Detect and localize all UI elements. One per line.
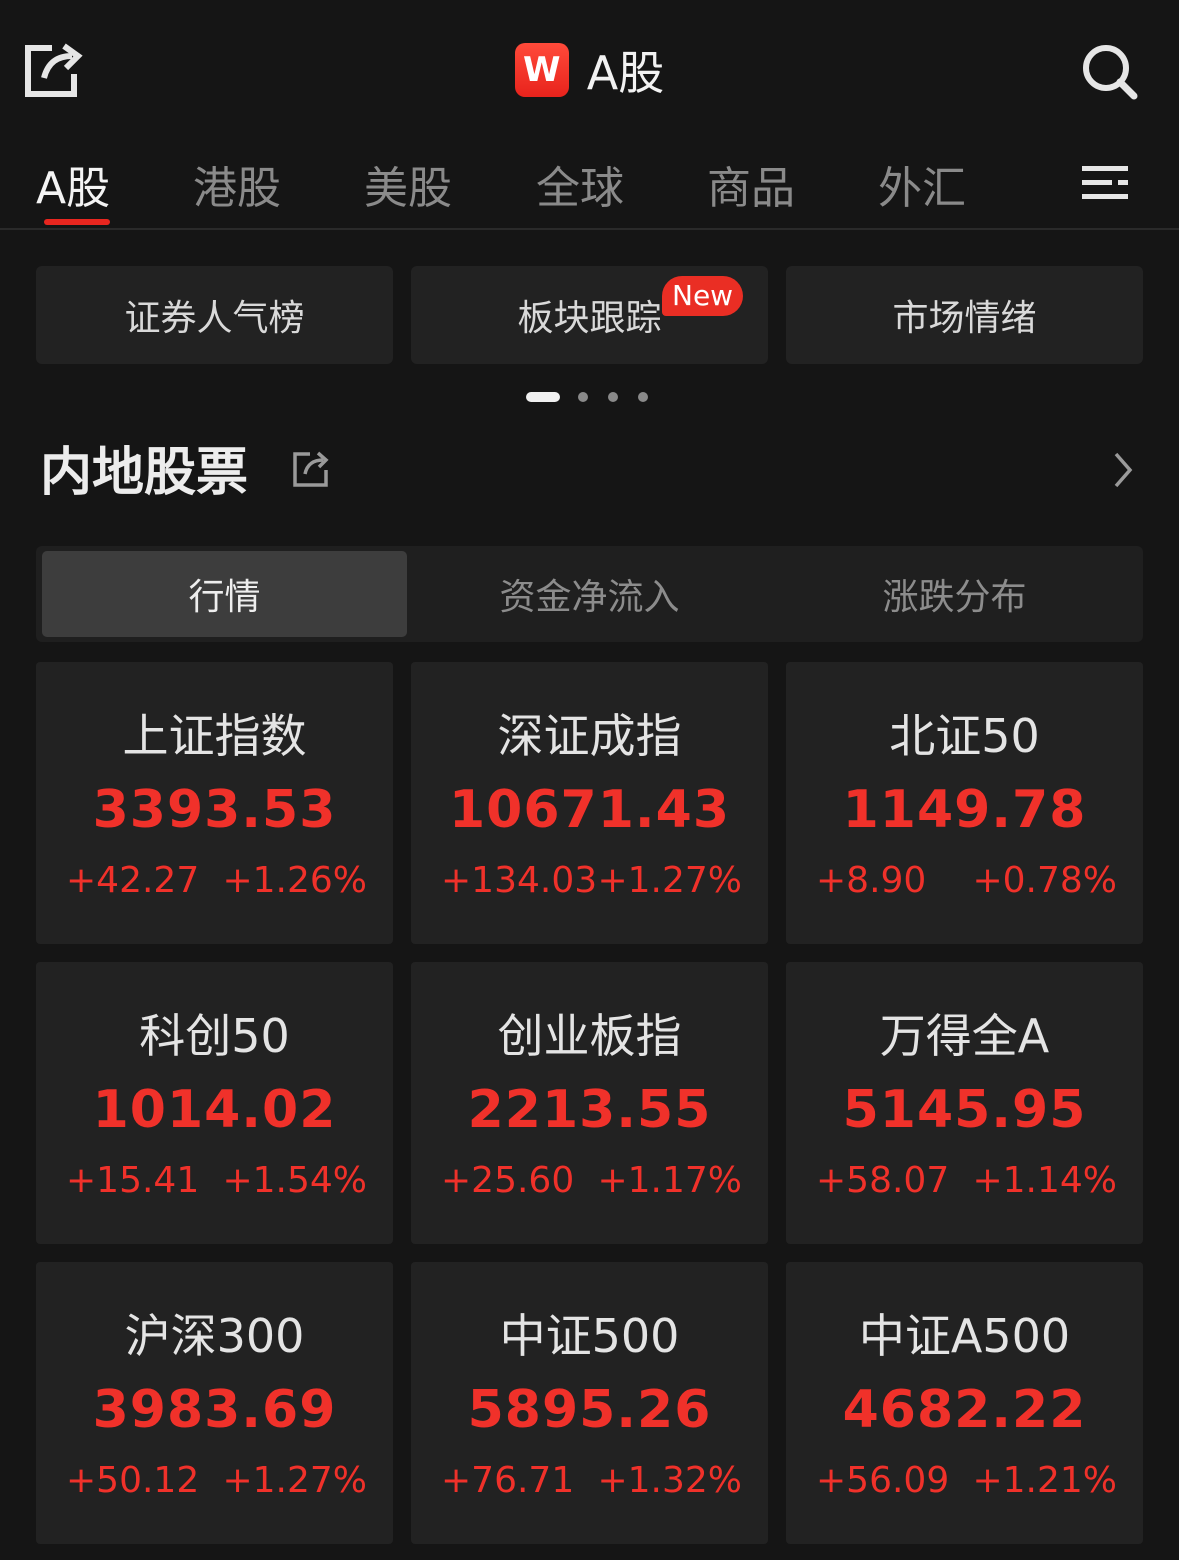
index-change: +134.03 (441, 860, 598, 901)
index-card[interactable]: 中证A500 4682.22 +56.09 +1.21% (786, 1262, 1143, 1544)
index-value: 3983.69 (92, 1380, 337, 1440)
chevron-right-icon[interactable] (1108, 450, 1138, 490)
page-title: A股 (586, 46, 665, 100)
index-change-pct: +1.21% (972, 1460, 1117, 1501)
index-change-pct: +0.78% (972, 860, 1117, 901)
index-change-pct: +1.14% (972, 1160, 1117, 1201)
pager-dot-active[interactable] (526, 392, 560, 402)
index-value: 5145.95 (842, 1080, 1087, 1140)
pager-dot[interactable] (578, 392, 588, 402)
index-name: 上证指数 (122, 709, 307, 763)
index-name: 沪深300 (124, 1309, 305, 1363)
index-value: 5895.26 (467, 1380, 712, 1440)
index-change: +15.41 (66, 1160, 200, 1201)
tab-global[interactable]: 全球 (536, 152, 624, 216)
quick-link-popular-securities[interactable]: 证券人气榜 (36, 266, 393, 364)
index-name: 深证成指 (497, 709, 682, 763)
search-icon[interactable] (1080, 42, 1140, 102)
index-name: 北证50 (889, 709, 1040, 763)
index-change-pct: +1.17% (597, 1160, 742, 1201)
index-change-pct: +1.27% (222, 1460, 367, 1501)
top-bar: W A股 (0, 0, 1179, 140)
index-card[interactable]: 北证50 1149.78 +8.90 +0.78% (786, 662, 1143, 944)
pager-dot[interactable] (638, 392, 648, 402)
tab-commodities[interactable]: 商品 (707, 152, 795, 216)
tab-hk-shares[interactable]: 港股 (193, 152, 281, 216)
share-icon[interactable] (292, 450, 330, 488)
index-change-pct: +1.27% (597, 860, 742, 901)
index-card[interactable]: 创业板指 2213.55 +25.60 +1.17% (411, 962, 768, 1244)
pager-dot[interactable] (608, 392, 618, 402)
index-card[interactable]: 深证成指 10671.43 +134.03 +1.27% (411, 662, 768, 944)
new-badge: New (662, 276, 744, 316)
tab-a-shares[interactable]: A股 (36, 152, 110, 216)
index-name: 中证500 (499, 1309, 680, 1363)
index-name: 科创50 (139, 1009, 290, 1063)
index-card[interactable]: 中证500 5895.26 +76.71 +1.32% (411, 1262, 768, 1544)
index-change: +50.12 (66, 1460, 200, 1501)
index-value: 4682.22 (842, 1380, 1087, 1440)
index-value: 2213.55 (467, 1080, 712, 1140)
index-change: +56.09 (816, 1460, 950, 1501)
index-card[interactable]: 万得全A 5145.95 +58.07 +1.14% (786, 962, 1143, 1244)
index-card[interactable]: 沪深300 3983.69 +50.12 +1.27% (36, 1262, 393, 1544)
index-change: +42.27 (66, 860, 200, 901)
quick-link-market-sentiment[interactable]: 市场情绪 (786, 266, 1143, 364)
index-change: +8.90 (816, 860, 927, 901)
brand: W A股 (0, 40, 1179, 100)
tab-forex[interactable]: 外汇 (878, 152, 966, 216)
index-card[interactable]: 上证指数 3393.53 +42.27 +1.26% (36, 662, 393, 944)
index-change: +25.60 (441, 1160, 575, 1201)
index-value: 10671.43 (448, 780, 731, 840)
segment-net-inflow[interactable]: 资金净流入 (407, 551, 772, 637)
index-value: 3393.53 (92, 780, 337, 840)
index-change: +58.07 (816, 1160, 950, 1201)
tab-us-shares[interactable]: 美股 (364, 152, 452, 216)
index-change-pct: +1.54% (222, 1160, 367, 1201)
index-name: 创业板指 (497, 1009, 682, 1063)
index-name: 中证A500 (858, 1309, 1071, 1363)
app-logo: W (514, 43, 569, 97)
segmented-control: 行情 资金净流入 涨跌分布 (36, 546, 1143, 642)
index-change-pct: +1.32% (597, 1460, 742, 1501)
index-name: 万得全A (879, 1009, 1050, 1063)
index-card[interactable]: 科创50 1014.02 +15.41 +1.54% (36, 962, 393, 1244)
menu-icon[interactable] (1082, 164, 1128, 202)
segment-distribution[interactable]: 涨跌分布 (772, 551, 1137, 637)
index-change-pct: +1.26% (222, 860, 367, 901)
market-tabs: A股 港股 美股 全球 商品 外汇 (0, 140, 1179, 230)
index-change: +76.71 (441, 1460, 575, 1501)
index-value: 1149.78 (842, 780, 1087, 840)
index-value: 1014.02 (92, 1080, 337, 1140)
section-title: 内地股票 (40, 443, 249, 503)
segment-quotes[interactable]: 行情 (42, 551, 407, 637)
active-tab-indicator (44, 219, 110, 225)
